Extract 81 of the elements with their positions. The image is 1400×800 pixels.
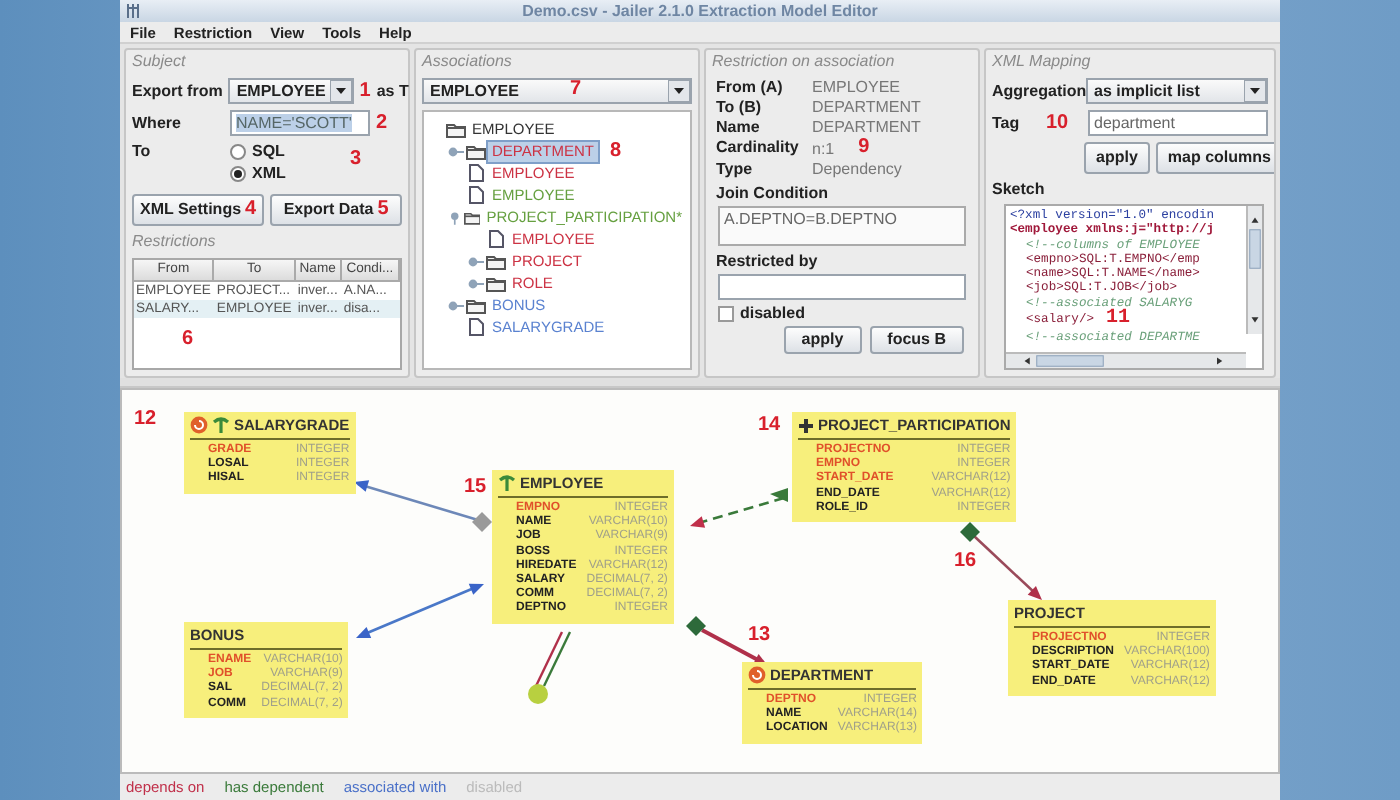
connector-line [528,631,572,704]
callout-number: 4 [245,200,257,220]
dropdown-arrow-icon [329,80,352,102]
dropdown-arrow-icon [1244,80,1266,102]
field-label: Cardinality [716,138,801,158]
callout-number: 15 [464,478,487,498]
field-label: as T [376,82,409,100]
field-label: Export from [132,82,223,100]
action-button[interactable]: focus B [869,326,964,354]
join-condition-field[interactable]: A.DEPTNO=B.DEPTNO [718,206,966,246]
checkbox[interactable] [718,305,734,321]
callout-number: 13 [748,626,771,646]
folder-icon [463,209,481,225]
swirl-circle-icon [190,416,208,434]
field-value: EMPLOYEE [812,78,901,96]
document-icon [466,318,486,336]
window-title: Demo.csv - Jailer 2.1.0 Extraction Model Editor [520,0,880,22]
callout-number: 5 [377,200,389,220]
plus-icon [798,417,814,433]
field-label: Sketch [992,180,1047,198]
field-label: Name [716,118,762,136]
action-button[interactable]: Export Data 5 [270,194,402,226]
action-button[interactable]: apply [1084,142,1150,174]
connector-line [354,480,492,532]
field-value: DEPARTMENT [812,98,921,116]
callout-number: 2 [376,113,388,133]
field-label: To (B) [716,98,764,116]
callout-number: 16 [954,552,977,572]
field-value: Dependency [812,160,902,178]
callout-number: 8 [609,141,622,161]
tree-icon [498,474,516,492]
restricted-by-field[interactable] [718,274,966,300]
panel-title: Subject [132,52,188,72]
action-button[interactable]: map columns [1155,142,1274,174]
field-value: n:1 [812,139,835,157]
field-label: Tag [992,114,1022,132]
callout-number: 6 [182,328,194,350]
callout-number: 11 [1106,310,1131,331]
document-icon [486,230,506,248]
connector-line [690,488,788,528]
radio-button[interactable] [230,165,246,181]
folder-icon [486,275,506,291]
app-icon [126,2,140,20]
action-button[interactable]: XML Settings 4 [132,194,265,226]
radio-label[interactable]: SQL [252,142,344,160]
panel-title: Associations [422,52,514,72]
tree-icon [212,416,230,434]
callout-number: 9 [858,138,870,158]
dropdown-arrow-icon [668,80,690,102]
table-select[interactable]: EMPLOYEE [228,78,354,104]
field-label: To [132,142,153,160]
panel-title: XML Mapping [992,52,1093,72]
panel-title: Restriction on association [712,52,897,72]
radio-button[interactable] [230,143,246,159]
callout-number: 7 [570,78,582,100]
field-label: From (A) [716,78,785,96]
connector-line [686,616,768,666]
callout-number: 10 [1046,111,1069,133]
where-field[interactable]: NAME='SCOTT' [230,110,370,136]
action-button[interactable]: apply [783,326,862,354]
connector-line [356,583,484,639]
callout-number: 14 [758,416,781,436]
field-value: DEPARTMENT [812,118,921,136]
folder-icon [466,297,486,313]
folder-icon [446,121,466,137]
vertical-scrollbar [1246,206,1262,334]
tag-field[interactable]: department [1088,110,1268,136]
callout-number: 12 [134,410,157,430]
folder-icon [486,253,506,269]
callout-number: 3 [350,148,362,170]
callout-number: 1 [359,81,371,101]
field-label: Where [132,114,183,132]
swirl-circle-icon [748,666,766,684]
section-title: Restrictions [132,232,218,252]
folder-icon [466,143,486,159]
checkbox-label[interactable]: disabled [740,304,805,322]
field-label: Join Condition [716,184,830,202]
radio-label[interactable]: XML [252,164,344,182]
aggregation-select[interactable]: as implicit list [1086,78,1268,104]
field-label: Restricted by [716,252,820,270]
field-label: Type [716,160,755,178]
